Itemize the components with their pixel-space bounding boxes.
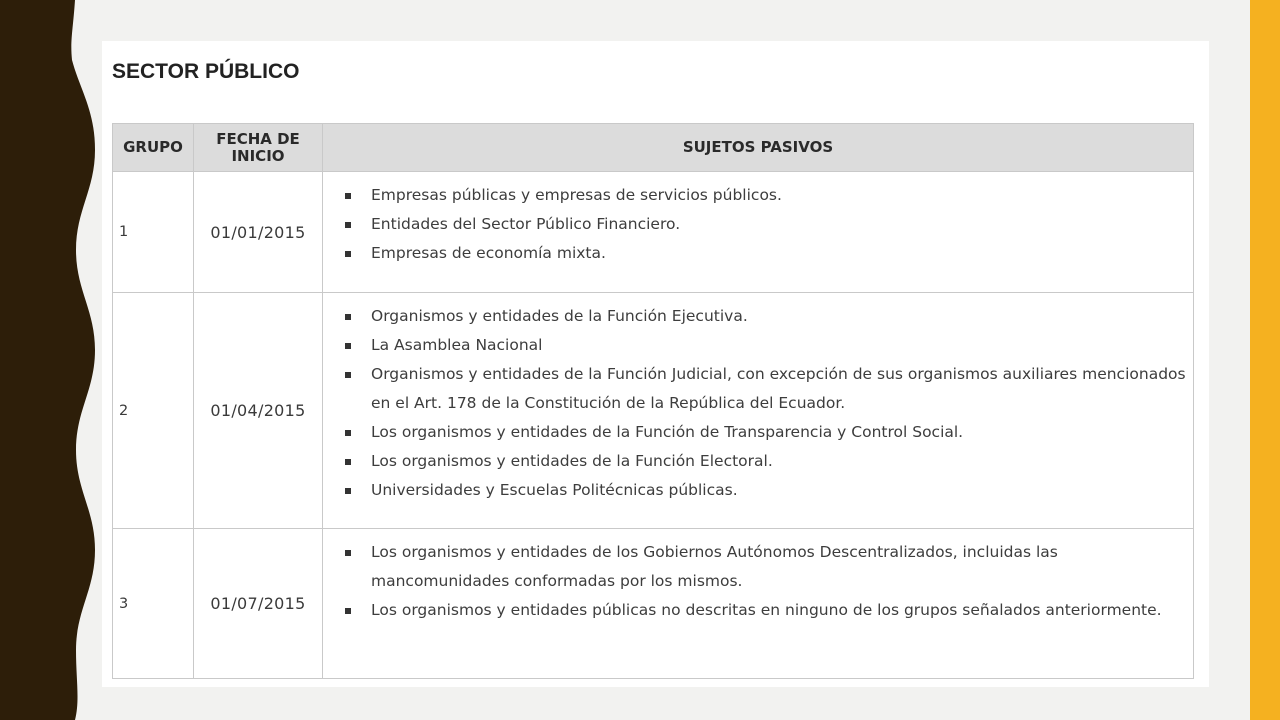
cell-fecha: 01/01/2015 <box>193 171 323 293</box>
left-decorative-wave <box>0 0 95 720</box>
table-row: 1 01/01/2015 Empresas públicas y empresa… <box>112 171 1194 293</box>
cell-grupo: 1 <box>112 171 194 293</box>
cell-grupo: 2 <box>112 292 194 529</box>
list-item: Universidades y Escuelas Politécnicas pú… <box>345 476 1193 505</box>
header-fecha-line2: INICIO <box>231 146 285 165</box>
cell-fecha: 01/07/2015 <box>193 528 323 679</box>
sujetos-pasivos-table: GRUPO FECHA DE INICIO SUJETOS PASIVOS 1 … <box>112 123 1194 679</box>
content-card: SECTOR PÚBLICO GRUPO FECHA DE INICIO SUJ… <box>102 41 1209 687</box>
list-item: Empresas públicas y empresas de servicio… <box>345 181 1193 210</box>
right-accent-bar <box>1250 0 1280 720</box>
list-item: Empresas de economía mixta. <box>345 239 1193 268</box>
list-item: Los organismos y entidades de la Función… <box>345 418 1193 447</box>
header-grupo: GRUPO <box>112 123 194 172</box>
list-item: Los organismos y entidades públicas no d… <box>345 596 1193 625</box>
table-row: 3 01/07/2015 Los organismos y entidades … <box>112 528 1194 679</box>
sujetos-list: Empresas públicas y empresas de servicio… <box>323 181 1193 268</box>
header-fecha: FECHA DE INICIO <box>193 123 323 172</box>
cell-fecha: 01/04/2015 <box>193 292 323 529</box>
cell-sujetos: Organismos y entidades de la Función Eje… <box>322 292 1194 529</box>
cell-sujetos: Los organismos y entidades de los Gobier… <box>322 528 1194 679</box>
list-item: Organismos y entidades de la Función Jud… <box>345 360 1193 418</box>
list-item: Los organismos y entidades de los Gobier… <box>345 538 1193 596</box>
table-row: 2 01/04/2015 Organismos y entidades de l… <box>112 292 1194 529</box>
header-fecha-line1: FECHA DE <box>216 129 300 148</box>
header-sujetos: SUJETOS PASIVOS <box>322 123 1194 172</box>
list-item: Organismos y entidades de la Función Eje… <box>345 302 1193 331</box>
sujetos-list: Los organismos y entidades de los Gobier… <box>323 538 1193 625</box>
list-item: Los organismos y entidades de la Función… <box>345 447 1193 476</box>
list-item: Entidades del Sector Público Financiero. <box>345 210 1193 239</box>
section-title: SECTOR PÚBLICO <box>112 60 300 83</box>
sujetos-list: Organismos y entidades de la Función Eje… <box>323 302 1193 505</box>
cell-grupo: 3 <box>112 528 194 679</box>
cell-sujetos: Empresas públicas y empresas de servicio… <box>322 171 1194 293</box>
table-header-row: GRUPO FECHA DE INICIO SUJETOS PASIVOS <box>112 123 1194 172</box>
list-item: La Asamblea Nacional <box>345 331 1193 360</box>
